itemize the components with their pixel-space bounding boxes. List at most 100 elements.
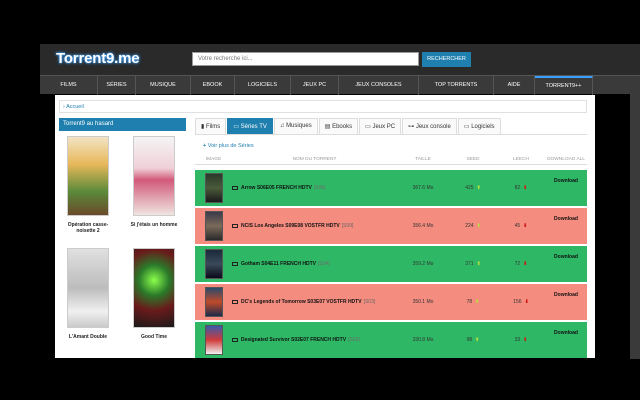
leech-count: 156 [513,299,522,305]
movie-poster[interactable] [67,136,109,216]
movie-poster[interactable] [133,248,175,328]
seed-count: 371 [465,261,474,267]
season-tag: [S04] [318,261,330,267]
tab-logiciels[interactable]: ▭ Logiciels [457,118,501,134]
torrent-size: 356.4 Mo [412,223,434,229]
torrent-name-cell[interactable]: NCIS Los Angeles S09E08 VOSTFR HDTV [S09] [232,223,397,229]
nav-item-musique[interactable]: MUSIQUE [136,76,191,95]
nav-item-jeux-consoles[interactable]: JEUX CONSOLES [339,76,419,95]
movie-poster[interactable] [67,248,109,328]
movie-poster[interactable] [133,136,175,216]
torrent-thumbnail[interactable] [204,249,223,279]
download-link[interactable]: Download [545,208,587,222]
book-icon: ▤ [324,124,333,130]
tab-label: Musiques [286,123,312,129]
torrent-thumbnail[interactable] [204,173,223,203]
site-logo[interactable]: Torrent9.me [56,50,140,67]
search-input[interactable]: Votre recherche ici... [192,52,419,66]
thumbnail-cell [195,249,232,279]
torrent-name[interactable]: Gotham S04E11 FRENCH HDTV [241,261,316,267]
search-button[interactable]: RECHERCHER [422,52,471,67]
tab-label: Séries TV [240,124,267,130]
movie-title[interactable]: Opération casse-noisette 2 [59,222,117,234]
tab-films[interactable]: ▮ Films [195,118,227,134]
tv-icon [232,300,238,304]
tv-icon [232,224,238,228]
torrent-name-cell[interactable]: Designated Survivor S02E07 FRENCH HDTV [S… [232,337,397,343]
column-header-download-all[interactable]: DOWNLOAD ALL [545,155,587,164]
movie-title[interactable]: L'Amant Double [59,334,117,340]
nav-item-logiciels[interactable]: LOGICIELS [235,76,291,95]
gamepad-icon: ⊶ [408,124,416,130]
torrent-name[interactable]: DC's Legends of Tomorrow S03E07 VOSTFR H… [241,299,362,305]
torrent-name-cell[interactable]: Gotham S04E11 FRENCH HDTV [S04] [232,261,397,267]
tab-label: Ebooks [332,124,353,130]
random-torrents-sidebar: Opération casse-noisette 2 Si j'étais un… [59,132,186,358]
nav-item-series[interactable]: SÉRIES [98,76,136,95]
torrent-size: 359.2 Mo [412,261,434,267]
nav-item-top-torrents[interactable]: TOP TORRENTS [419,76,494,95]
tab-jeux-console[interactable]: ⊶ Jeux console [402,118,457,134]
sidebar-movie[interactable]: Opération casse-noisette 2 [59,136,117,234]
thumbnail-cell [195,325,232,355]
torrent-name[interactable]: NCIS Los Angeles S09E08 VOSTFR HDTV [241,223,340,229]
torrent-size: 330.8 Mo [412,337,434,343]
sidebar-movie[interactable]: Si j'étais un homme [125,136,183,228]
table-row[interactable]: NCIS Los Angeles S09E08 VOSTFR HDTV [S09]… [195,208,587,244]
seed-count: 425 [465,185,474,191]
sidebar-movie[interactable]: Good Time [125,248,183,340]
tab-label: Films [205,124,221,130]
table-row[interactable]: DC's Legends of Tomorrow S03E07 VOSTFR H… [195,284,587,320]
table-row[interactable]: Designated Survivor S02E07 FRENCH HDTV [S… [195,322,587,358]
tab-label: Jeux PC [372,124,396,130]
download-link[interactable]: Download [545,284,587,298]
download-link[interactable]: Download [545,170,587,184]
seed-count: 78 [466,299,473,305]
table-row[interactable]: Gotham S04E11 FRENCH HDTV [S04] 359.2 Mo … [195,246,587,282]
torrent-thumbnail[interactable] [204,211,223,241]
seed-cell: 224 ⬆ [449,223,497,229]
table-row[interactable]: Arrow S06E05 FRENCH HDTV [S06] 367.6 Mo 4… [195,170,587,206]
more-series-link[interactable]: + Voir plus de Séries [203,143,254,149]
nav-item-films[interactable]: FILMS [40,76,98,95]
arrow-down-icon: ⬇ [523,185,528,191]
breadcrumb: › Accueil [59,100,587,113]
nav-item-ebook[interactable]: EBOOK [191,76,235,95]
torrent-name[interactable]: Arrow S06E05 FRENCH HDTV [241,185,312,191]
torrent-name-cell[interactable]: Arrow S06E05 FRENCH HDTV [S06] [232,185,397,191]
torrent-name-cell[interactable]: DC's Legends of Tomorrow S03E07 VOSTFR H… [232,299,397,305]
leech-cell: 72 ⬇ [497,261,545,267]
arrow-up-icon: ⬆ [476,223,481,229]
nav-item-torrent9plus[interactable]: TORRENT9++ [535,76,593,95]
column-header-seed: SEED [466,157,480,162]
tab-ebooks[interactable]: ▤ Ebooks [318,118,359,134]
tab-jeux-pc[interactable]: ▭ Jeux PC [359,118,402,134]
page-scrollbar[interactable] [630,94,640,359]
torrent-thumbnail[interactable] [204,325,223,355]
leech-cell: 156 ⬇ [497,299,545,305]
tab-musiques[interactable]: ♫ Musiques [273,118,318,134]
leech-cell: 82 ⬇ [497,185,545,191]
season-tag: [S02] [348,337,360,343]
download-link[interactable]: Download [545,322,587,336]
arrow-down-icon: ⬇ [523,223,528,229]
download-link[interactable]: Download [545,246,587,260]
seed-cell: 78 ⬆ [449,299,497,305]
arrow-up-icon: ⬆ [475,337,480,343]
leech-count: 72 [514,261,521,267]
sidebar-movie[interactable]: L'Amant Double [59,248,117,340]
torrent-thumbnail[interactable] [204,287,223,317]
arrow-up-icon: ⬆ [476,261,481,267]
torrent-name[interactable]: Designated Survivor S02E07 FRENCH HDTV [241,337,346,343]
tab-divider [195,134,587,135]
nav-item-jeux-pc[interactable]: JEUX PC [291,76,339,95]
breadcrumb-home-link[interactable]: Accueil [66,104,84,110]
movie-title[interactable]: Si j'étais un homme [125,222,183,228]
tab-series-tv[interactable]: ▭ Séries TV [227,118,273,134]
tv-icon [232,186,238,190]
column-header-name: NOM DU TORRENT [292,157,337,162]
arrow-up-icon: ⬆ [476,185,481,191]
nav-item-aide[interactable]: AIDE [494,76,535,95]
site-header: Torrent9.me Votre recherche ici... RECHE… [40,44,640,75]
movie-title[interactable]: Good Time [125,334,183,340]
